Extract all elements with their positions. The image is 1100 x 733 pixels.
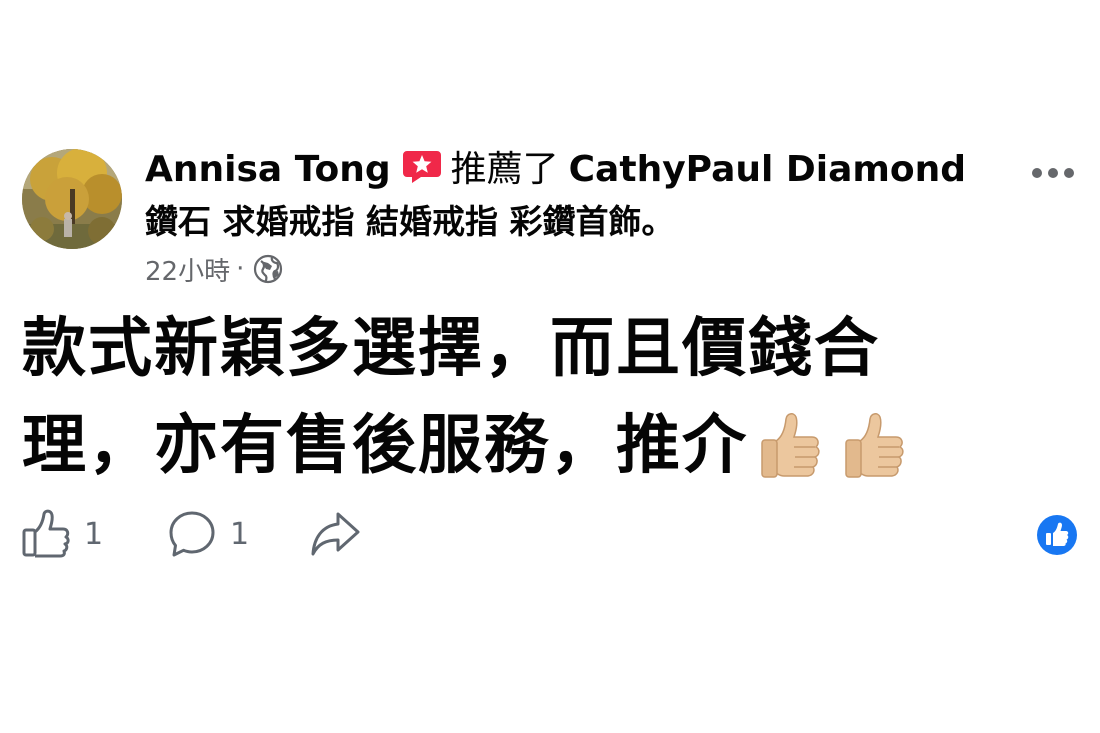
like-reaction-icon[interactable] xyxy=(1036,514,1078,556)
more-options-icon xyxy=(1032,168,1074,178)
recommend-star-icon xyxy=(401,149,443,185)
recommend-verb: 推薦了 xyxy=(450,149,559,190)
avatar[interactable] xyxy=(22,149,122,249)
thumbs-up-emoji xyxy=(845,413,904,478)
thumbs-up-emoji xyxy=(761,413,820,478)
comment-button[interactable]: 1 xyxy=(166,504,249,564)
like-count: 1 xyxy=(84,516,104,552)
action-bar: 1 1 xyxy=(0,504,1100,564)
post-body-line-1: 款式新穎多選擇，而且價錢合 xyxy=(22,312,880,386)
more-options-button[interactable] xyxy=(1028,158,1078,188)
post-time[interactable]: 22小時 xyxy=(145,251,230,288)
comment-icon xyxy=(169,511,215,557)
post-body-line-2: 理，亦有售後服務，推介 xyxy=(22,409,748,483)
comment-count: 1 xyxy=(230,516,250,552)
page-name[interactable]: CathyPaul Diamond xyxy=(569,149,966,190)
review-post: Annisa Tong 推薦了 CathyPaul Diamond 鑽石 求婚戒指… xyxy=(0,0,1100,733)
avatar-photo xyxy=(22,149,122,249)
like-icon xyxy=(22,509,70,558)
globe-icon[interactable] xyxy=(252,253,284,285)
post-meta: 22小時 · xyxy=(145,251,284,288)
page-tagline[interactable]: 鑽石 求婚戒指 結婚戒指 彩鑽首飾。 xyxy=(145,200,674,244)
share-icon xyxy=(311,512,360,556)
author-name[interactable]: Annisa Tong xyxy=(145,149,391,190)
share-button[interactable] xyxy=(308,504,364,564)
like-button[interactable]: 1 xyxy=(20,504,103,564)
meta-separator: · xyxy=(236,254,245,284)
post-body-line-2-row: 理，亦有售後服務，推介 xyxy=(22,407,916,485)
post-header: Annisa Tong 推薦了 CathyPaul Diamond xyxy=(145,148,966,192)
